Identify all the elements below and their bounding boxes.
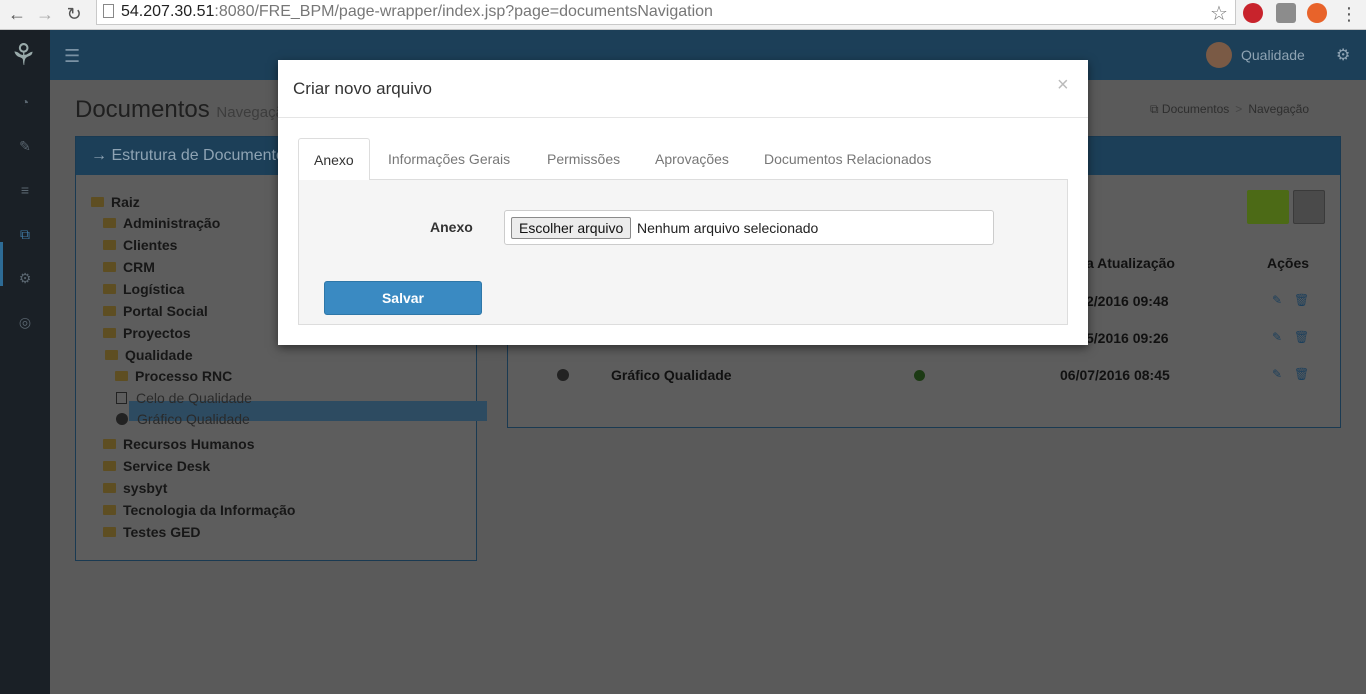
documents-icon[interactable]: ⧉ <box>16 226 34 244</box>
folder-open-icon <box>91 197 104 207</box>
extension-icon[interactable] <box>1276 3 1296 23</box>
folder-icon <box>103 461 116 471</box>
page-icon <box>103 4 114 18</box>
avatar[interactable] <box>1206 42 1232 68</box>
row-date: 2/2016 09:48 <box>1086 293 1169 309</box>
tree-folder[interactable]: CRM <box>103 259 155 275</box>
reload-icon[interactable]: ↻ <box>63 3 85 25</box>
folder-icon <box>103 218 116 228</box>
tree-folder[interactable]: Service Desk <box>103 458 210 474</box>
tree-folder[interactable]: Clientes <box>103 237 177 253</box>
trash-icon[interactable]: 🗑 <box>1294 367 1309 381</box>
choose-file-button[interactable]: Escolher arquivo <box>511 217 632 239</box>
breadcrumb-item: Navegação <box>1248 102 1310 116</box>
row-date: 5/2016 09:26 <box>1086 330 1169 346</box>
image-file-icon <box>116 392 127 404</box>
back-icon[interactable]: ← <box>6 3 28 25</box>
file-status-text: Nenhum arquivo selecionado <box>637 220 819 236</box>
column-header-actions: Ações <box>1267 255 1310 271</box>
page-title: Documentos Navegação <box>75 96 293 123</box>
folder-icon <box>103 284 116 294</box>
close-icon[interactable]: × <box>1057 74 1069 97</box>
tab-documentos-relacionados[interactable]: Documentos Relacionados <box>749 138 946 180</box>
breadcrumb-item[interactable]: Documentos <box>1162 102 1229 116</box>
user-name[interactable]: Qualidade <box>1241 47 1305 63</box>
attachment-label: Anexo <box>430 219 473 235</box>
hamburger-icon[interactable]: ☰ <box>64 46 80 67</box>
active-indicator <box>0 242 3 286</box>
save-button[interactable]: Salvar <box>324 281 482 315</box>
edit-icon[interactable]: ✎ <box>1272 330 1282 344</box>
modal-tabs: Anexo Informações Gerais Permissões Apro… <box>298 138 1068 181</box>
folder-icon <box>115 371 128 381</box>
edit-icon[interactable]: ✎ <box>1272 293 1282 307</box>
firefox-extension-icon[interactable] <box>1307 3 1327 23</box>
column-header-update[interactable]: a Atualização <box>1086 255 1175 271</box>
tree-folder[interactable]: sysbyt <box>103 480 167 496</box>
folder-open-icon <box>105 350 118 360</box>
url-text: 54.207.30.51:8080/FRE_BPM/page-wrapper/i… <box>121 3 713 20</box>
dashboard-icon[interactable]: ◔ <box>16 94 34 112</box>
folder-icon <box>103 483 116 493</box>
tree-folder[interactable]: Recursos Humanos <box>103 436 254 452</box>
edit-icon[interactable]: ✎ <box>16 138 34 156</box>
file-input[interactable]: Escolher arquivo Nenhum arquivo selecion… <box>504 210 994 245</box>
bookmark-star-icon[interactable]: ☆ <box>1210 1 1228 26</box>
tab-aprovacoes[interactable]: Aprovações <box>640 138 744 180</box>
pinterest-icon[interactable] <box>1243 3 1263 23</box>
address-bar[interactable]: 54.207.30.51:8080/FRE_BPM/page-wrapper/i… <box>96 0 1236 25</box>
row-name[interactable]: Gráfico Qualidade <box>611 367 732 383</box>
cogs-icon[interactable]: ⚙ <box>1336 45 1350 65</box>
folder-icon <box>103 262 116 272</box>
folder-icon <box>103 240 116 250</box>
tree-item-root[interactable]: Raiz <box>91 194 140 210</box>
modal-divider <box>278 117 1088 118</box>
tree-file[interactable]: Gráfico Qualidade <box>116 411 250 427</box>
trash-icon[interactable]: 🗑 <box>1294 293 1309 307</box>
tree-file[interactable]: Celo de Qualidade <box>116 390 252 406</box>
mobile-view-button[interactable] <box>1293 190 1325 224</box>
tab-informacoes-gerais[interactable]: Informações Gerais <box>373 138 525 180</box>
tree-folder[interactable]: Tecnologia da Informação <box>103 502 295 518</box>
globe-icon <box>116 413 128 425</box>
desktop-view-button[interactable] <box>1247 190 1289 224</box>
folder-icon <box>103 306 116 316</box>
app-sidebar: ⚘ ◔ ✎ ≡ ⧉ ⚙ ◎ <box>0 30 50 694</box>
breadcrumb: ⧉ Documentos > Navegação <box>1150 102 1310 116</box>
folder-icon <box>103 527 116 537</box>
breadcrumb-icon: ⧉ <box>1150 102 1159 116</box>
menu-icon[interactable]: ⋮ <box>1338 3 1360 25</box>
tab-pane-anexo: Anexo Escolher arquivo Nenhum arquivo se… <box>298 180 1068 325</box>
browser-toolbar: ← → ↻ 54.207.30.51:8080/FRE_BPM/page-wra… <box>0 0 1366 30</box>
globe-icon <box>557 369 569 381</box>
settings-icon[interactable]: ⚙ <box>16 270 34 288</box>
row-date: 06/07/2016 08:45 <box>1060 367 1170 383</box>
folder-icon <box>103 439 116 449</box>
tree-folder[interactable]: Logística <box>103 281 184 297</box>
logo: ⚘ <box>10 39 37 72</box>
tree-folder[interactable]: Testes GED <box>103 524 201 540</box>
create-file-modal: Criar novo arquivo × Anexo Informações G… <box>278 60 1088 345</box>
trash-icon[interactable]: 🗑 <box>1294 330 1309 344</box>
help-icon[interactable]: ◎ <box>16 314 34 332</box>
list-icon[interactable]: ≡ <box>16 182 34 200</box>
tree-folder[interactable]: Proyectos <box>103 325 191 341</box>
folder-icon <box>103 328 116 338</box>
edit-icon[interactable]: ✎ <box>1272 367 1282 381</box>
tree-folder[interactable]: Administração <box>103 215 220 231</box>
tree-panel-title: Estrutura de Documentos <box>111 147 293 164</box>
folder-icon <box>103 505 116 515</box>
tab-permissoes[interactable]: Permissões <box>532 138 635 180</box>
forward-icon[interactable]: → <box>34 3 56 25</box>
tab-anexo[interactable]: Anexo <box>298 138 370 181</box>
tree-folder[interactable]: Processo RNC <box>115 368 232 384</box>
tree-folder-selected[interactable]: Qualidade <box>105 347 193 363</box>
tree-folder[interactable]: Portal Social <box>103 303 208 319</box>
status-indicator <box>914 370 925 381</box>
modal-title: Criar novo arquivo <box>293 79 432 98</box>
